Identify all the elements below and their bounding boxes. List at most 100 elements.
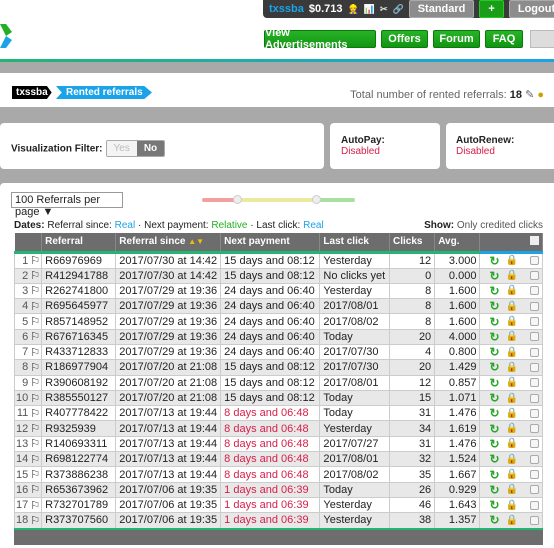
lock-icon[interactable]: 🔒	[506, 438, 518, 449]
col-last-click[interactable]: Last click	[319, 233, 391, 254]
flag-icon[interactable]: ⚐	[29, 451, 43, 468]
upgrade-plus-button[interactable]: +	[479, 0, 504, 18]
flag-icon[interactable]: ⚐	[29, 496, 43, 514]
recycle-icon[interactable]: ↻	[489, 315, 499, 329]
range-slider[interactable]	[202, 195, 355, 204]
row-checkbox[interactable]	[529, 332, 539, 342]
tools-icon[interactable]: ✂	[380, 4, 388, 15]
lock-icon[interactable]: 🔒	[506, 500, 518, 511]
recycle-icon[interactable]: ↻	[489, 452, 499, 466]
row-checkbox[interactable]	[529, 439, 539, 449]
link-icon[interactable]: 🔗	[393, 4, 404, 15]
flag-icon[interactable]: ⚐	[29, 389, 43, 407]
autopay-status[interactable]: Disabled	[341, 146, 385, 157]
referral-id[interactable]: R186977904	[41, 359, 117, 376]
filter-toggle[interactable]: Yes No	[105, 140, 166, 157]
lock-icon[interactable]: 🔒	[506, 285, 518, 296]
lock-icon[interactable]: 🔒	[506, 484, 518, 495]
recycle-icon[interactable]: ↻	[489, 498, 499, 512]
logo[interactable]	[0, 24, 12, 48]
nav-faq[interactable]: FAQ	[485, 30, 523, 48]
flag-icon[interactable]: ⚐	[29, 435, 43, 453]
worker-icon[interactable]: 👷	[348, 4, 359, 15]
lock-icon[interactable]: 🔒	[506, 316, 518, 327]
recycle-icon[interactable]: ↻	[489, 422, 499, 436]
recycle-icon[interactable]: ↻	[489, 437, 499, 451]
row-checkbox[interactable]	[529, 485, 539, 495]
row-checkbox[interactable]	[529, 408, 539, 418]
filter-no[interactable]: No	[136, 141, 165, 156]
referral-id[interactable]: R695645977	[41, 298, 117, 315]
col-next-payment[interactable]: Next payment	[220, 233, 321, 254]
row-checkbox[interactable]	[529, 454, 539, 464]
referral-id[interactable]: R140693311	[41, 435, 117, 453]
flag-icon[interactable]: ⚐	[29, 359, 43, 376]
flag-icon[interactable]: ⚐	[29, 282, 43, 300]
col-clicks[interactable]: Clicks	[389, 233, 436, 254]
lock-icon[interactable]: 🔒	[506, 454, 518, 465]
language-flag-icon[interactable]	[530, 30, 554, 48]
row-checkbox[interactable]	[529, 286, 539, 296]
flag-icon[interactable]: ⚐	[29, 251, 43, 269]
per-page-select[interactable]: 100 Referrals per page ▼	[11, 192, 123, 218]
flag-icon[interactable]: ⚐	[29, 267, 43, 284]
referral-id[interactable]: R857148952	[41, 313, 117, 330]
referral-id[interactable]: R66976969	[41, 251, 117, 269]
col-avg[interactable]: Avg.	[434, 233, 481, 254]
recycle-icon[interactable]: ↻	[489, 513, 499, 527]
row-checkbox[interactable]	[529, 515, 539, 525]
row-checkbox[interactable]	[529, 500, 539, 510]
row-checkbox[interactable]	[529, 256, 539, 265]
flag-icon[interactable]: ⚐	[29, 466, 43, 483]
lock-icon[interactable]: 🔒	[506, 469, 518, 480]
lock-icon[interactable]: 🔒	[506, 515, 518, 526]
recycle-icon[interactable]: ↻	[489, 330, 499, 344]
nav-view-advertisements[interactable]: View Advertisements	[264, 27, 376, 51]
flag-icon[interactable]: ⚐	[29, 405, 43, 422]
membership-button[interactable]: Standard	[408, 0, 475, 18]
sort-icon[interactable]: ▲▼	[188, 237, 204, 246]
show-filter-link[interactable]: Only credited clicks	[457, 220, 543, 231]
recycle-icon[interactable]: ↻	[489, 468, 499, 482]
edit-icon[interactable]: ✎	[525, 89, 534, 101]
referral-id[interactable]: R653673962	[41, 481, 117, 498]
breadcrumb-user[interactable]: txssba	[12, 86, 52, 99]
lock-icon[interactable]: 🔒	[506, 423, 518, 434]
referral-id[interactable]: R385550127	[41, 389, 117, 407]
referral-id[interactable]: R732701789	[41, 496, 117, 514]
lock-icon[interactable]: 🔒	[506, 408, 518, 419]
row-checkbox[interactable]	[529, 301, 539, 311]
flag-icon[interactable]: ⚐	[29, 328, 43, 345]
recycle-icon[interactable]: ↻	[489, 483, 499, 497]
recycle-icon[interactable]: ↻	[489, 406, 499, 420]
recycle-icon[interactable]: ↻	[489, 360, 499, 374]
referral-id[interactable]: R676716345	[41, 328, 117, 345]
col-referral[interactable]: Referral	[41, 233, 117, 254]
referral-id[interactable]: R373886238	[41, 466, 117, 483]
recycle-icon[interactable]: ↻	[489, 254, 499, 268]
next-mode-link[interactable]: Relative	[211, 220, 247, 231]
lock-icon[interactable]: 🔒	[506, 362, 518, 373]
lock-icon[interactable]: 🔒	[506, 270, 518, 281]
referral-id[interactable]: R407778422	[41, 405, 117, 422]
nav-offers[interactable]: Offers	[381, 30, 428, 48]
filter-yes[interactable]: Yes	[106, 141, 137, 156]
slider-handle[interactable]	[233, 195, 242, 204]
lock-icon[interactable]: 🔒	[506, 377, 518, 388]
recycle-icon[interactable]: ↻	[489, 269, 499, 283]
lock-icon[interactable]: 🔒	[506, 301, 518, 312]
row-checkbox[interactable]	[529, 424, 539, 434]
recycle-icon[interactable]: ↻	[489, 376, 499, 390]
flag-icon[interactable]: ⚐	[29, 343, 43, 361]
recycle-icon[interactable]: ↻	[489, 299, 499, 313]
lock-icon[interactable]: 🔒	[506, 331, 518, 342]
flag-icon[interactable]: ⚐	[29, 512, 43, 529]
row-checkbox[interactable]	[529, 393, 539, 403]
row-checkbox[interactable]	[529, 317, 539, 327]
coins-icon[interactable]: ●	[537, 89, 544, 101]
flag-icon[interactable]: ⚐	[29, 481, 43, 498]
referral-id[interactable]: R390608192	[41, 374, 117, 391]
recycle-icon[interactable]: ↻	[489, 391, 499, 405]
lock-icon[interactable]: 🔒	[506, 255, 518, 266]
stats-icon[interactable]: 📊	[364, 4, 375, 15]
